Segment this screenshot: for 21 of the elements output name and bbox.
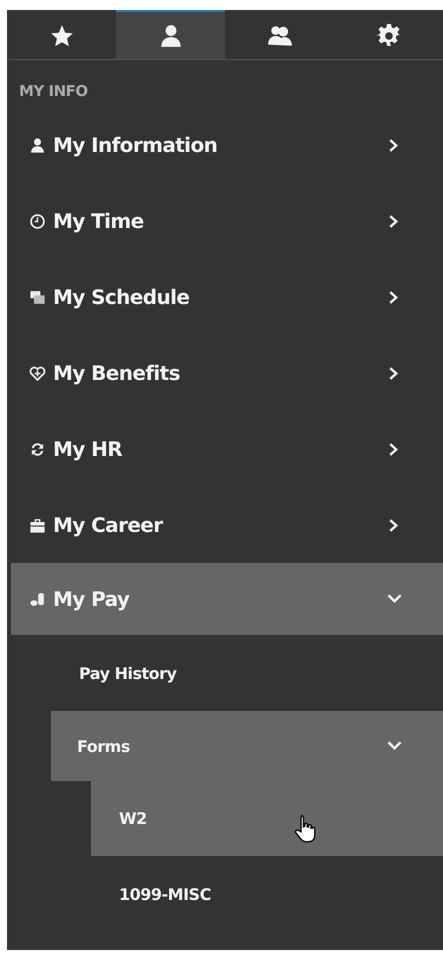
star-icon [48, 22, 74, 48]
menu-item[interactable]: W2 [91, 781, 443, 856]
clock-icon [29, 212, 46, 230]
gear-icon [376, 22, 402, 48]
heart-icon [29, 364, 46, 382]
menu-item[interactable]: My Career [7, 487, 443, 563]
menu-item[interactable]: My Time [7, 183, 443, 259]
person-icon [29, 136, 46, 154]
menu-item[interactable]: My Information [7, 107, 443, 183]
menu-item[interactable]: My Pay [11, 563, 443, 635]
menu-item[interactable]: Pay History [7, 635, 443, 711]
menu-item[interactable]: My HR [7, 411, 443, 487]
menu-item[interactable]: My Benefits [7, 335, 443, 411]
briefcase-icon [29, 516, 46, 534]
menu-item[interactable]: My Schedule [7, 259, 443, 335]
section-title: MY INFO [18, 81, 89, 102]
cycle-icon [29, 440, 46, 458]
tab[interactable] [116, 10, 225, 59]
cards-icon [29, 288, 46, 306]
menu-item[interactable]: Forms [51, 711, 443, 781]
menu-item[interactable]: 1099-MISC [7, 856, 443, 932]
